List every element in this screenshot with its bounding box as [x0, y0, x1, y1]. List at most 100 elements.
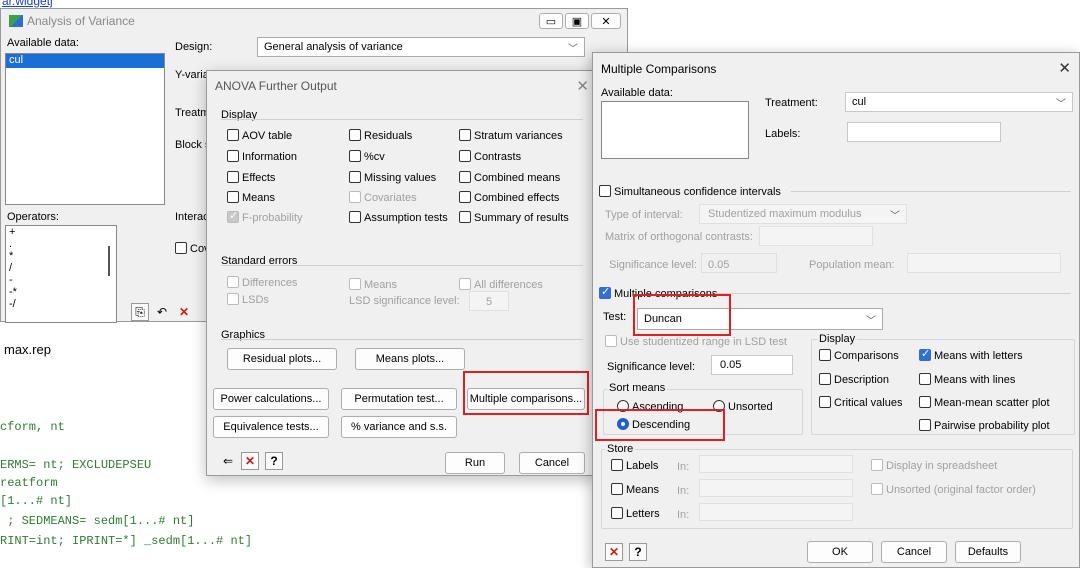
sig-level-field[interactable]: 0.05 [711, 355, 793, 375]
list-item[interactable]: - [9, 274, 17, 286]
store-means-checkbox[interactable]: Means [611, 483, 659, 496]
covariates-checkbox: Covariates [349, 191, 417, 204]
pairwise-plot-checkbox[interactable]: Pairwise probability plot [919, 419, 1050, 432]
list-item[interactable]: / [9, 262, 17, 274]
help-icon[interactable]: ? [629, 543, 647, 561]
covariates-checkbox[interactable]: Cov [175, 242, 210, 255]
further-output-dialog: ANOVA Further Output ✕ Display AOV table… [206, 70, 598, 476]
missing-values-checkbox[interactable]: Missing values [349, 171, 436, 184]
defaults-button[interactable]: Defaults [955, 541, 1021, 563]
list-item[interactable]: cul [6, 54, 164, 68]
editor-line: [1...# nt] [0, 494, 73, 508]
contrasts-checkbox[interactable]: Contrasts [459, 150, 521, 163]
maximize-icon[interactable]: ▣ [565, 13, 589, 29]
se-differences-checkbox: Differences [227, 276, 297, 289]
lsd-level-label: LSD significance level: [349, 295, 460, 307]
clear-icon[interactable]: ✕ [175, 303, 193, 321]
chevron-down-icon: ﹀ [568, 44, 578, 55]
labels-label: Labels: [765, 128, 801, 140]
copy-icon[interactable]: ⎘ [131, 303, 149, 321]
combined-effects-checkbox[interactable]: Combined effects [459, 191, 559, 204]
available-data-list[interactable]: cul [5, 53, 165, 205]
stratum-variances-checkbox[interactable]: Stratum variances [459, 129, 563, 142]
scrollbar[interactable] [108, 246, 110, 276]
treatment-label: Treatm [175, 107, 210, 119]
highlight-box [463, 371, 589, 415]
ok-button[interactable]: OK [807, 541, 873, 563]
top-link[interactable]: ar.widgetj [2, 0, 53, 8]
means-lines-checkbox[interactable]: Means with lines [919, 373, 1015, 386]
pin-icon[interactable]: ⇐ [219, 452, 237, 470]
minimize-icon[interactable]: ▭ [539, 13, 563, 29]
editor-line: RINT=int; IPRINT=*] _sedm[1...# nt] [0, 534, 253, 548]
variance-ss-button[interactable]: % variance and s.s. [341, 416, 457, 438]
lsd-level-field: 5 [469, 291, 509, 311]
anova-app-icon [9, 15, 23, 27]
design-select[interactable]: General analysis of variance ﹀ [257, 37, 585, 57]
treatment-label: Treatment: [765, 97, 818, 109]
comparisons-checkbox[interactable]: Comparisons [819, 349, 899, 362]
aov-table-checkbox[interactable]: AOV table [227, 129, 292, 142]
se-all-differences-checkbox: All differences [459, 278, 543, 291]
store-letters-checkbox[interactable]: Letters [611, 507, 660, 520]
window-controls: ▭ ▣ ✕ [539, 13, 621, 29]
operators-list[interactable]: + . * / - -* -/ [5, 225, 117, 323]
sort-means-title: Sort means [607, 382, 668, 394]
treatment-select[interactable]: cul ﹀ [845, 92, 1073, 112]
f-probability-checkbox: F-probability [227, 209, 303, 224]
close-icon[interactable]: ✕ [591, 13, 621, 29]
undo-icon[interactable]: ↶ [153, 303, 171, 321]
mean-scatter-checkbox[interactable]: Mean-mean scatter plot [919, 396, 1050, 409]
population-mean-field [907, 253, 1061, 273]
close-icon[interactable]: ✕ [576, 77, 589, 95]
simultaneous-ci-checkbox[interactable]: Simultaneous confidence intervals [599, 185, 781, 198]
equivalence-tests-button[interactable]: Equivalence tests... [213, 416, 329, 438]
means-plots-button[interactable]: Means plots... [355, 348, 465, 370]
available-data-label: Available data: [7, 37, 79, 49]
permutation-test-button[interactable]: Permutation test... [341, 388, 457, 410]
design-value: General analysis of variance [264, 41, 403, 53]
editor-line: reatform [0, 476, 58, 490]
in-label: In: [677, 485, 690, 497]
description-checkbox[interactable]: Description [819, 373, 889, 386]
store-letters-field [699, 503, 853, 521]
critical-values-checkbox[interactable]: Critical values [819, 396, 902, 409]
assumption-tests-checkbox[interactable]: Assumption tests [349, 211, 448, 224]
studentized-lsd-checkbox: Use studentized range in LSD test [605, 335, 787, 348]
type-interval-label: Type of interval: [605, 209, 683, 221]
display-spreadsheet-checkbox: Display in spreadsheet [871, 459, 997, 472]
information-checkbox[interactable]: Information [227, 150, 297, 163]
editor-line: ; SEDMEANS= sedm[1...# nt] [0, 514, 195, 528]
power-calculations-button[interactable]: Power calculations... [213, 388, 329, 410]
means-letters-checkbox[interactable]: Means with letters [919, 347, 1023, 362]
list-item[interactable]: . [9, 238, 17, 250]
list-item[interactable]: -* [9, 286, 17, 298]
clear-icon[interactable]: ✕ [605, 543, 623, 561]
close-icon[interactable]: ✕ [1058, 59, 1071, 77]
clear-icon[interactable]: ✕ [241, 452, 259, 470]
run-button[interactable]: Run [445, 452, 505, 474]
anova-titlebar: Analysis of Variance [1, 9, 627, 33]
cancel-button[interactable]: Cancel [519, 452, 585, 474]
residuals-checkbox[interactable]: Residuals [349, 129, 412, 142]
list-item[interactable]: + [9, 226, 17, 238]
labels-field[interactable] [847, 122, 1001, 142]
in-label: In: [677, 509, 690, 521]
editor-line: max.rep [4, 342, 51, 357]
cv-checkbox[interactable]: %cv [349, 150, 385, 163]
means-checkbox[interactable]: Means [227, 191, 275, 204]
summary-results-checkbox[interactable]: Summary of results [459, 211, 569, 224]
help-icon[interactable]: ? [265, 452, 283, 470]
store-labels-checkbox[interactable]: Labels [611, 459, 658, 472]
cancel-button[interactable]: Cancel [881, 541, 947, 563]
multiple-comparisons-dialog: Multiple Comparisons ✕ Available data: T… [592, 52, 1080, 568]
sig-level-field-disabled [701, 253, 777, 273]
design-label: Design: [175, 41, 213, 53]
list-item[interactable]: * [9, 250, 17, 262]
residual-plots-button[interactable]: Residual plots... [227, 348, 337, 370]
combined-means-checkbox[interactable]: Combined means [459, 171, 560, 184]
list-item[interactable]: -/ [9, 298, 17, 310]
effects-checkbox[interactable]: Effects [227, 171, 275, 184]
sig-level-label: Significance level: [607, 361, 696, 373]
available-data-list[interactable] [601, 101, 749, 159]
